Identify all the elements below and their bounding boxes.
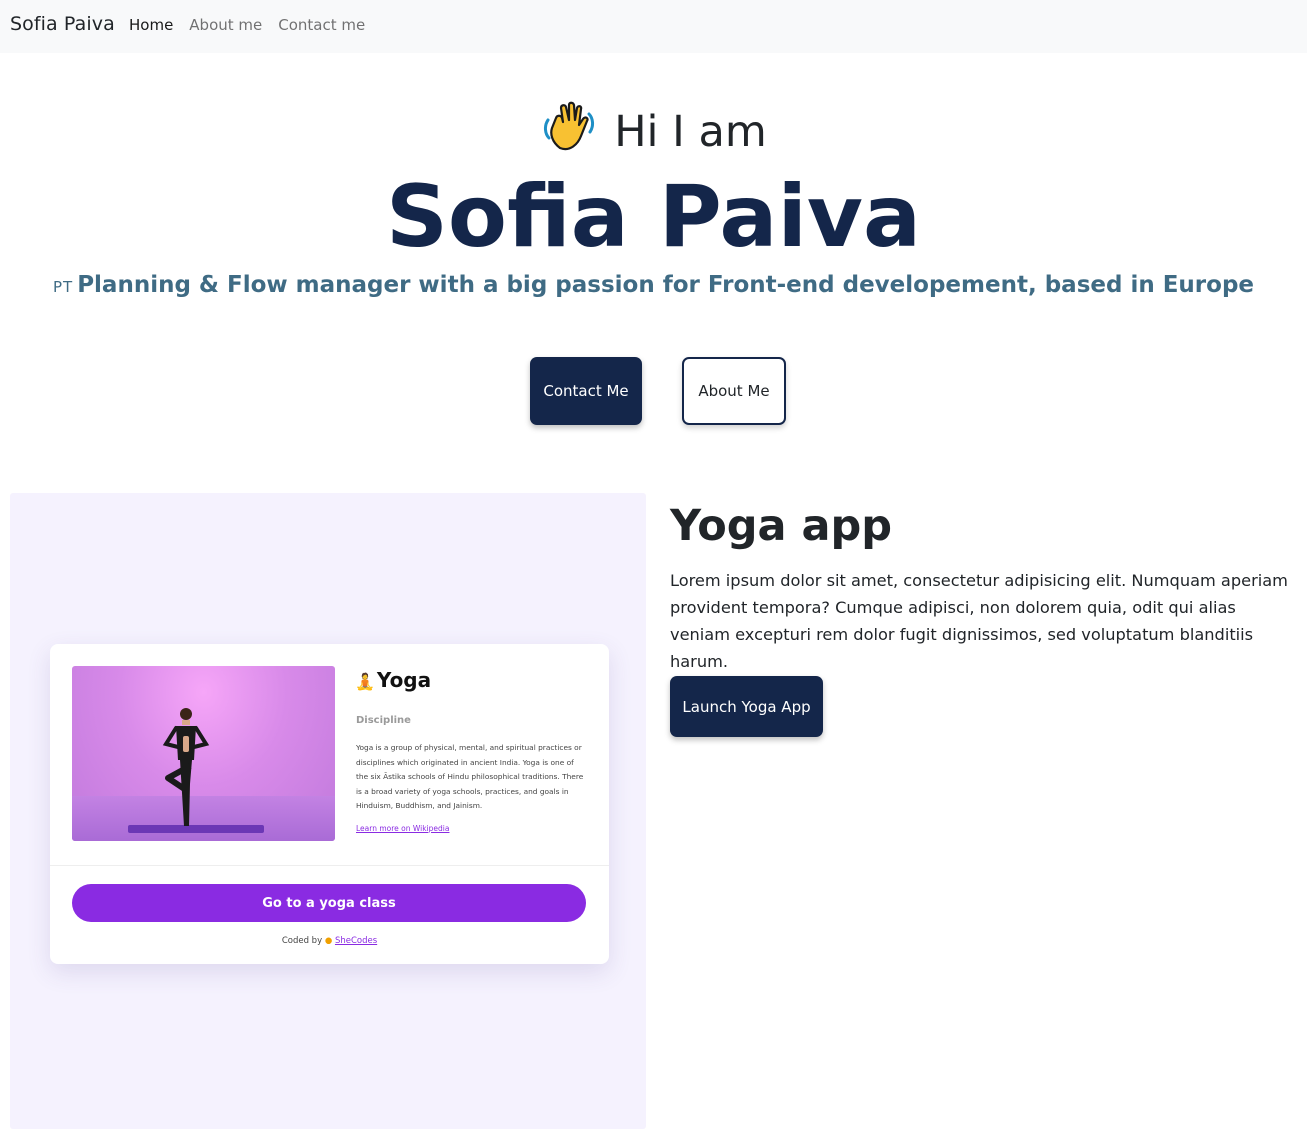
card-divider — [50, 865, 609, 866]
coded-by: Coded by ● SheCodes — [281, 936, 378, 946]
contact-me-button[interactable]: Contact Me — [530, 357, 642, 425]
nav-link-about[interactable]: About me — [189, 16, 262, 34]
flag-pt: PT — [52, 278, 74, 296]
nav-link-home[interactable]: Home — [129, 16, 173, 34]
card-title: 🧘 Yoga — [355, 668, 432, 692]
subtitle-text: Planning & Flow manager with a big passi… — [77, 272, 1255, 298]
project-preview-image: 🧘 Yoga Discipline Yoga is a group of phys… — [10, 493, 646, 1129]
hero-name: Sofia Paiva — [385, 167, 922, 267]
card-subtitle: Discipline — [356, 715, 411, 726]
yoga-pose-figure — [162, 708, 210, 826]
nav-link-contact[interactable]: Contact me — [278, 16, 365, 34]
project-description: Lorem ipsum dolor sit amet, consectetur … — [670, 571, 1288, 671]
lotus-position-icon: 🧘 — [355, 672, 375, 691]
launch-yoga-app-button[interactable]: Launch Yoga App — [670, 676, 823, 737]
yoga-card: 🧘 Yoga Discipline Yoga is a group of phys… — [50, 644, 609, 964]
project-title: Yoga app — [670, 501, 893, 551]
nav-links: Home About me Contact me — [129, 16, 381, 34]
about-me-button[interactable]: About Me — [682, 357, 786, 425]
navbar: Sofia Paiva Home About me Contact me — [0, 0, 1307, 53]
wikipedia-link: Learn more on Wikipedia — [356, 824, 450, 833]
shecodes-logo-icon: ● — [324, 936, 333, 946]
yoga-class-button: Go to a yoga class — [72, 884, 586, 922]
navbar-brand[interactable]: Sofia Paiva — [10, 13, 115, 35]
shecodes-link: SheCodes — [334, 936, 378, 946]
waving-hand-icon — [540, 98, 598, 156]
yoga-photo — [72, 666, 335, 841]
hero-subtitle: PT Planning & Flow manager with a big pas… — [0, 268, 1307, 304]
hero-greeting: Hi I am — [0, 98, 1307, 162]
greeting-text: Hi I am — [614, 107, 767, 157]
card-description: Yoga is a group of physical, mental, and… — [356, 743, 584, 810]
